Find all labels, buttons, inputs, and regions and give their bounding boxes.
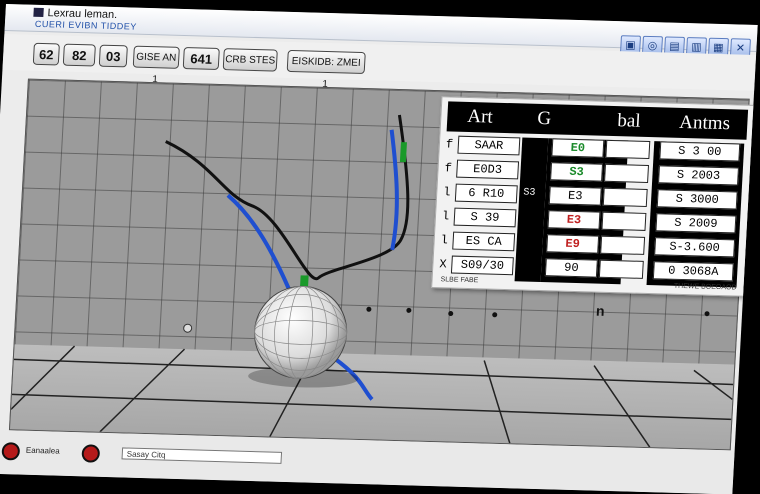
blue-cable-upper xyxy=(389,129,399,251)
row-tag: X xyxy=(439,257,447,272)
row-val1: S3 xyxy=(550,162,604,182)
wireframe-sphere[interactable] xyxy=(252,285,349,379)
row-tag: l xyxy=(440,233,449,248)
toolbar-button-c[interactable]: 03 xyxy=(98,44,128,68)
row-val1: E3 xyxy=(547,210,601,230)
row-mid: S3 xyxy=(523,187,536,199)
header-g: G xyxy=(536,107,552,130)
wall-label: n xyxy=(595,302,606,319)
row-val1: 90 xyxy=(544,258,598,278)
row-tag: l xyxy=(441,209,450,224)
row-name: E0D3 xyxy=(456,159,520,180)
row-val1: E9 xyxy=(546,234,600,254)
row-val2 xyxy=(600,235,646,255)
row-val1: E0 xyxy=(551,138,605,158)
row-name: S09/30 xyxy=(450,255,514,276)
record-icon[interactable] xyxy=(1,442,21,461)
green-connector-top xyxy=(399,142,407,163)
row-val3: S 2003 xyxy=(658,165,739,186)
row-tag: l xyxy=(442,185,451,200)
stop-icon[interactable] xyxy=(81,444,101,463)
row-val3: 0 3068A xyxy=(652,261,734,282)
row-name: S 39 xyxy=(453,207,517,228)
row-val3: S 3000 xyxy=(656,189,738,210)
row-val1: E3 xyxy=(548,186,602,206)
app-icon xyxy=(33,7,44,18)
status-field[interactable]: Sasay Citq xyxy=(121,447,283,464)
panel-footer-right: THEWE BOEOAOD xyxy=(673,282,737,292)
header-antms: Antms xyxy=(678,111,731,135)
header-bal: bal xyxy=(616,110,642,132)
row-val3: S 3 00 xyxy=(659,141,741,162)
toolbar-button-e[interactable]: 641 xyxy=(182,46,220,70)
row-val2 xyxy=(598,259,644,279)
black-cable xyxy=(165,114,410,281)
row-name: 6 R10 xyxy=(454,183,518,204)
row-val3: S 2009 xyxy=(655,213,737,234)
toolbar-button-b[interactable]: 82 xyxy=(62,43,96,67)
row-val2 xyxy=(604,163,650,183)
toolbar-button-a[interactable]: 62 xyxy=(32,42,60,66)
menu-bar[interactable]: CUERI EVIBN TIDDEY xyxy=(35,19,137,32)
toolbar-button-f[interactable]: CRB STES xyxy=(222,48,278,72)
panel-footer-left: SLBE FABE xyxy=(440,276,479,285)
toolbar-button-d[interactable]: GISE AN 1 xyxy=(132,45,180,85)
row-tag: f xyxy=(444,161,453,176)
toolbar-button-g[interactable]: EISKIDB: ZMEI 1 xyxy=(286,49,366,90)
data-table-panel: Art G bal Antms f SAAR E0 S 3 00 f E0D3 … xyxy=(431,96,756,297)
row-val2 xyxy=(602,187,648,207)
row-val3: S-3.600 xyxy=(654,237,736,258)
row-tag: f xyxy=(445,137,454,152)
row-val2 xyxy=(601,211,647,231)
header-art: Art xyxy=(466,105,494,128)
status-label: Eanaalea xyxy=(25,445,60,456)
application-window: Lexrau leman. CUERI EVIBN TIDDEY ▣ ◎ ▤ ▥… xyxy=(0,4,758,494)
wall-knob xyxy=(183,323,193,333)
row-name: ES CA xyxy=(452,231,516,252)
row-val2 xyxy=(605,139,651,160)
row-name: SAAR xyxy=(457,135,521,156)
wall-dots xyxy=(366,306,710,318)
table-header: Art G bal Antms xyxy=(446,101,749,140)
